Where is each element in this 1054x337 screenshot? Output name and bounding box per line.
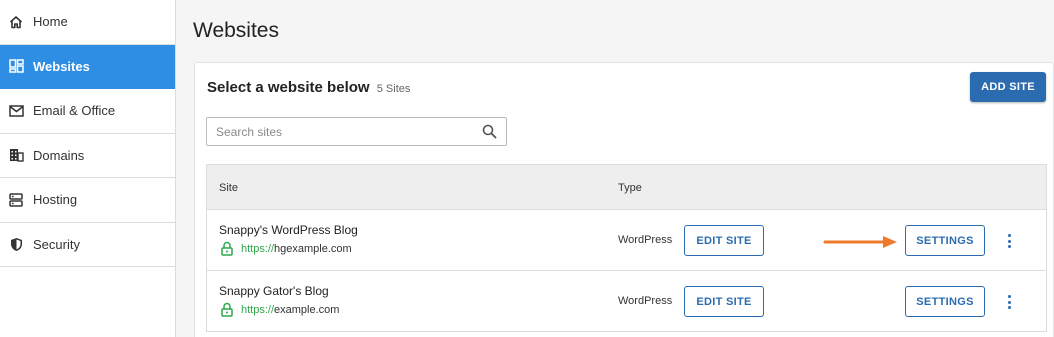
more-options-icon[interactable] (1003, 233, 1015, 249)
sidebar-item-email-office[interactable]: Email & Office (0, 89, 175, 134)
sidebar-item-label: Hosting (33, 192, 78, 208)
edit-site-button[interactable]: EDIT SITE (684, 225, 764, 256)
dashboard-icon (8, 58, 24, 74)
sidebar-item-websites[interactable]: Websites (0, 44, 175, 89)
settings-button[interactable]: SETTINGS (905, 286, 985, 317)
shield-icon (8, 236, 24, 252)
search-icon[interactable] (482, 124, 497, 144)
column-header-type: Type (618, 182, 642, 194)
sidebar: Home Websites Email & Office Domains Hos… (0, 0, 176, 337)
card-title: Select a website below 5 Sites (207, 79, 410, 96)
url-protocol: https:// (241, 242, 275, 255)
site-url[interactable]: https://hgexample.com (221, 241, 352, 256)
site-type: WordPress (618, 295, 673, 307)
page-title: Websites (193, 19, 279, 42)
url-protocol: https:// (241, 303, 275, 316)
server-icon (8, 192, 24, 208)
lock-icon (221, 241, 233, 256)
websites-card: Select a website below 5 Sites ADD SITE … (194, 62, 1054, 337)
sites-table: Site Type Snappy's WordPress Blog https:… (206, 164, 1047, 332)
table-row: Snappy Gator's Blog https://example.com … (207, 271, 1046, 332)
sidebar-item-home[interactable]: Home (0, 0, 175, 45)
sidebar-item-hosting[interactable]: Hosting (0, 178, 175, 223)
sidebar-item-label: Websites (33, 58, 90, 74)
search-box (206, 117, 507, 146)
site-url[interactable]: https://example.com (221, 302, 339, 317)
sidebar-item-label: Domains (33, 147, 85, 163)
sidebar-item-label: Security (33, 236, 80, 252)
add-site-button[interactable]: ADD SITE (970, 72, 1046, 102)
settings-button[interactable]: SETTINGS (905, 225, 985, 256)
url-domain: hgexample.com (274, 242, 352, 255)
sidebar-item-domains[interactable]: Domains (0, 134, 175, 178)
table-header: Site Type (207, 165, 1046, 210)
sidebar-item-label: Home (33, 14, 68, 30)
annotation-arrow-icon (823, 236, 897, 248)
building-icon (8, 147, 24, 163)
main-content: Websites Select a website below 5 Sites … (177, 0, 1054, 337)
site-count: 5 Sites (376, 83, 411, 95)
site-name: Snappy's WordPress Blog (219, 223, 358, 237)
search-input[interactable] (207, 118, 467, 145)
more-options-icon[interactable] (1003, 294, 1015, 310)
card-title-text: Select a website below (207, 79, 370, 96)
site-name: Snappy Gator's Blog (219, 284, 329, 298)
sidebar-item-security[interactable]: Security (0, 223, 175, 267)
edit-site-button[interactable]: EDIT SITE (684, 286, 764, 317)
table-row: Snappy's WordPress Blog https://hgexampl… (207, 210, 1046, 271)
sidebar-item-label: Email & Office (33, 103, 116, 119)
home-icon (8, 14, 24, 30)
site-type: WordPress (618, 234, 673, 246)
mail-icon (8, 103, 24, 119)
lock-icon (221, 302, 233, 317)
url-domain: example.com (274, 303, 340, 316)
column-header-site: Site (219, 182, 238, 194)
